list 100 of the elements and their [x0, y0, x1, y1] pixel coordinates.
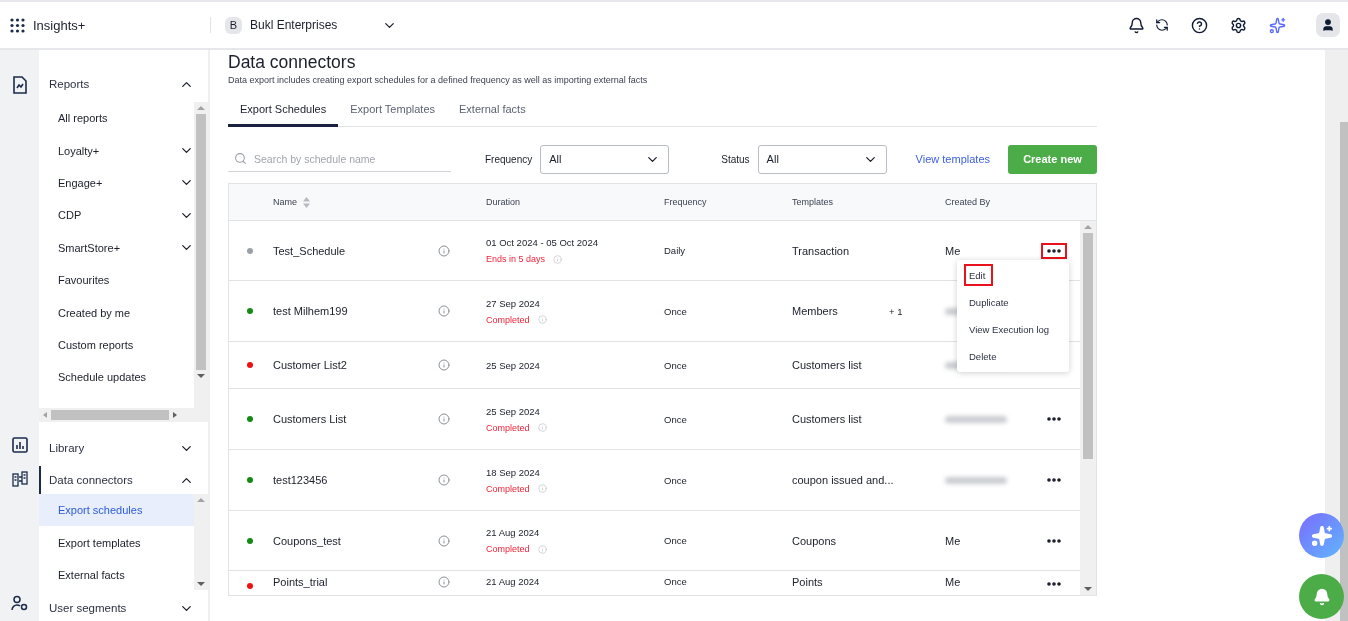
schedule-name: test123456 [272, 474, 328, 486]
info-icon[interactable] [438, 359, 450, 371]
org-avatar: B [225, 16, 242, 34]
info-icon[interactable] [438, 474, 450, 486]
app-grid-icon[interactable] [10, 17, 25, 33]
info-icon[interactable] [537, 544, 547, 554]
sidebar-item[interactable]: All reports [39, 102, 194, 135]
sparkle-icon [1310, 524, 1333, 547]
scrollbar[interactable] [194, 102, 208, 408]
sidebar-item[interactable]: Created by me [39, 296, 194, 329]
info-icon[interactable] [438, 576, 450, 588]
duration-text: 21 Aug 2024 [486, 527, 541, 538]
info-icon[interactable] [537, 315, 547, 324]
refresh-icon [1155, 18, 1169, 32]
info-icon[interactable] [438, 305, 450, 317]
sidebar-item[interactable]: Favourites [39, 263, 194, 297]
sidebar-item[interactable]: Export schedules [39, 494, 194, 527]
template-name: Transaction [791, 244, 850, 257]
menu-item[interactable]: Delete [964, 345, 1005, 367]
sidebar-section[interactable]: Library [39, 430, 208, 466]
info-icon[interactable] [438, 244, 450, 257]
help-button[interactable] [1191, 16, 1208, 34]
frequency-text: Once [663, 576, 687, 587]
more-icon [1047, 478, 1061, 482]
more-options-button[interactable] [1041, 242, 1067, 259]
frequency-text: Once [663, 535, 687, 546]
sidebar-section[interactable]: User segments [39, 590, 208, 621]
settings-button[interactable] [1230, 16, 1247, 34]
page-subtitle: Data export includes creating export schedules for a defined frequency as well as importing external facts [228, 75, 649, 85]
more-icon [1047, 582, 1061, 586]
duration-text: 18 Sep 2024 [486, 466, 541, 478]
org-switcher[interactable]: B Bukl Enterprises [225, 16, 397, 34]
column-header: Duration [485, 197, 522, 207]
table-scrollbar[interactable] [1080, 221, 1096, 595]
sidebar-item[interactable]: External facts [39, 558, 194, 590]
app-name: Insights+ [33, 17, 86, 33]
sidebar-item[interactable]: Export templates [39, 526, 194, 559]
duration-text: 25 Sep 2024 [486, 405, 541, 417]
user-avatar[interactable] [1316, 13, 1340, 37]
sidebar-item[interactable]: Engage+ [39, 166, 194, 200]
menu-item[interactable]: Duplicate [964, 291, 1017, 313]
page-title: Data connectors [228, 52, 357, 73]
status-text: Completed [486, 314, 530, 325]
column-header: Frequency [663, 197, 708, 207]
ai-sparkle-button[interactable] [1269, 16, 1286, 34]
frequency-text: Daily [663, 245, 686, 256]
search-icon [234, 152, 247, 165]
sort-icon[interactable] [303, 196, 310, 208]
creator-name: Me [944, 576, 961, 588]
status-label: Status [721, 153, 750, 165]
status-select[interactable]: All [757, 144, 887, 174]
sync-history-button[interactable] [1155, 18, 1169, 32]
tab[interactable]: Export Templates [338, 103, 447, 127]
more-icon [1047, 538, 1061, 543]
data-transfer-icon[interactable] [11, 471, 28, 487]
info-icon[interactable] [438, 534, 450, 547]
info-icon[interactable] [537, 423, 547, 432]
scrollbar[interactable] [194, 494, 208, 590]
schedule-name: Coupons_test [272, 534, 341, 547]
view-templates-link[interactable]: View templates [915, 153, 990, 165]
template-name: Customers list [791, 413, 862, 425]
user-icon [1321, 18, 1335, 32]
creator-name: Me [944, 534, 961, 547]
creator-name: Me [944, 244, 961, 257]
frequency-text: Once [663, 359, 687, 371]
sidebar-section[interactable]: Reports [39, 66, 208, 102]
status-text: Ends in 5 days [486, 254, 546, 264]
org-name: Bukl Enterprises [250, 18, 339, 32]
menu-item[interactable]: View Execution log [964, 318, 1058, 340]
user-settings-icon[interactable] [11, 595, 28, 611]
duration-text: 27 Sep 2024 [486, 297, 541, 309]
sidebar-item[interactable]: Schedule updates [39, 361, 194, 394]
sidebar-item[interactable]: Custom reports [39, 328, 194, 362]
report-icon[interactable] [11, 76, 28, 94]
info-icon[interactable] [553, 254, 563, 264]
settings-icon [1230, 16, 1247, 34]
bar-chart-icon[interactable] [11, 437, 28, 453]
frequency-select[interactable]: All [540, 144, 670, 174]
tab[interactable]: Export Schedules [228, 103, 339, 127]
status-text: Completed [486, 483, 530, 494]
template-name: Members [791, 305, 838, 317]
template-name: coupon issued and... [791, 474, 894, 486]
column-header[interactable]: Name [266, 196, 438, 208]
frequency-text: Once [663, 474, 687, 486]
menu-item[interactable]: Edit [964, 264, 994, 286]
sidebar-item[interactable]: SmartStore+ [39, 231, 194, 264]
template-name: Customers list [791, 359, 862, 371]
more-icon [1047, 248, 1061, 253]
horizontal-scrollbar[interactable] [39, 408, 208, 422]
template-name: Coupons [791, 534, 837, 547]
info-icon[interactable] [438, 413, 450, 425]
notifications-button[interactable] [1128, 16, 1145, 34]
sidebar-item[interactable]: Loyalty+ [39, 134, 194, 167]
info-icon[interactable] [537, 484, 547, 493]
tab[interactable]: External facts [447, 103, 538, 127]
page-scrollbar[interactable] [1325, 50, 1348, 621]
sidebar-item[interactable]: CDP [39, 199, 194, 232]
frequency-text: Once [663, 413, 687, 425]
column-header: Created By [944, 197, 992, 207]
duration-text: 21 Aug 2024 [486, 576, 541, 587]
